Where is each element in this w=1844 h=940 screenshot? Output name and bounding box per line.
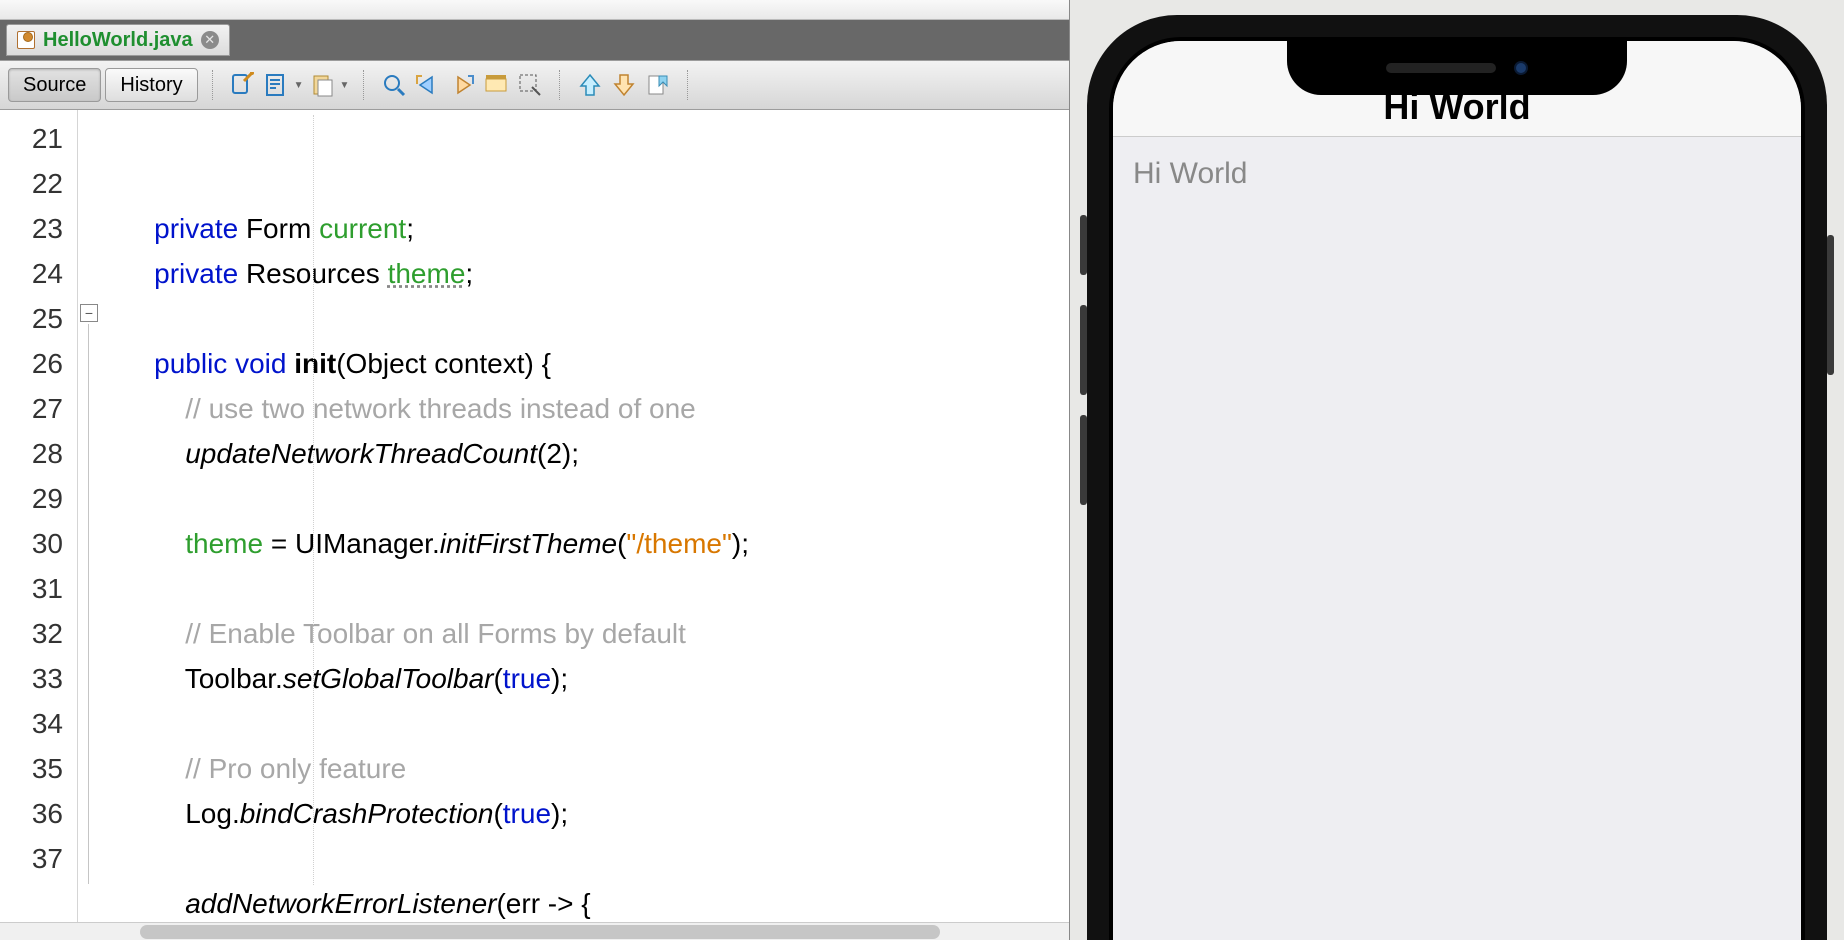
java-file-icon <box>17 31 35 49</box>
speaker-icon <box>1386 63 1496 73</box>
code-text[interactable]: private Form current; private Resources … <box>108 110 1069 922</box>
power-button[interactable] <box>1827 235 1834 375</box>
close-icon[interactable]: ✕ <box>201 31 219 49</box>
notch <box>1287 41 1627 95</box>
line-gutter[interactable]: 21 22 23 24 25 26 27 28 29 30 31 32 33 3… <box>0 110 78 922</box>
selection-icon[interactable] <box>515 70 545 100</box>
indent-guide <box>313 115 314 885</box>
phone-frame: Hi World Hi World <box>1087 15 1827 940</box>
line-number: 24 <box>0 251 63 296</box>
chevron-down-icon[interactable]: ▼ <box>340 80 350 91</box>
bookmark-icon[interactable] <box>643 70 673 100</box>
line-number: 23 <box>0 206 63 251</box>
phone-screen[interactable]: Hi World Hi World <box>1109 37 1805 940</box>
line-number: 34 <box>0 701 63 746</box>
line-number: 28 <box>0 431 63 476</box>
source-button[interactable]: Source <box>8 68 101 102</box>
line-number: 26 <box>0 341 63 386</box>
find-icon[interactable] <box>379 70 409 100</box>
main-toolbar-stub <box>0 0 1069 20</box>
line-number: 29 <box>0 476 63 521</box>
tab-helloworld[interactable]: HelloWorld.java ✕ <box>6 24 230 56</box>
fold-guide <box>88 324 89 884</box>
scrollbar-thumb[interactable] <box>140 925 940 939</box>
separator <box>687 70 689 100</box>
code-area[interactable]: 21 22 23 24 25 26 27 28 29 30 31 32 33 3… <box>0 110 1069 922</box>
editor-tabbar: HelloWorld.java ✕ <box>0 20 1069 60</box>
mute-switch[interactable] <box>1080 215 1087 275</box>
volume-down-button[interactable] <box>1080 415 1087 505</box>
line-number: 22 <box>0 161 63 206</box>
line-number: 30 <box>0 521 63 566</box>
app-body-text: Hi World <box>1133 157 1781 191</box>
clipboard-icon[interactable] <box>308 70 338 100</box>
line-number: 37 <box>0 836 63 881</box>
fold-gutter: − <box>78 110 108 922</box>
volume-up-button[interactable] <box>1080 305 1087 395</box>
shift-up-icon[interactable] <box>575 70 605 100</box>
nav-forward-icon[interactable] <box>447 70 477 100</box>
line-number: 32 <box>0 611 63 656</box>
camera-icon <box>1514 61 1528 75</box>
editor-toolbar: Source History ▼ ▼ <box>0 60 1069 110</box>
chevron-down-icon[interactable]: ▼ <box>294 80 304 91</box>
line-number: 27 <box>0 386 63 431</box>
app-body: Hi World <box>1113 137 1801 940</box>
simulator-panel: Hi World Hi World <box>1070 0 1844 940</box>
line-number: 35 <box>0 746 63 791</box>
line-number: 31 <box>0 566 63 611</box>
editor-panel: HelloWorld.java ✕ Source History ▼ ▼ <box>0 0 1070 940</box>
separator <box>212 70 214 100</box>
separator <box>363 70 365 100</box>
line-number: 25 <box>0 296 63 341</box>
line-number: 21 <box>0 116 63 161</box>
nav-back-icon[interactable] <box>413 70 443 100</box>
fold-toggle-icon[interactable]: − <box>80 304 98 322</box>
reformat-icon[interactable] <box>262 70 292 100</box>
history-button[interactable]: History <box>105 68 197 102</box>
horizontal-scrollbar[interactable] <box>0 922 1069 940</box>
highlight-icon[interactable] <box>481 70 511 100</box>
shift-down-icon[interactable] <box>609 70 639 100</box>
last-edit-icon[interactable] <box>228 70 258 100</box>
line-number: 33 <box>0 656 63 701</box>
line-number: 36 <box>0 791 63 836</box>
separator <box>559 70 561 100</box>
tab-label: HelloWorld.java <box>43 29 193 52</box>
